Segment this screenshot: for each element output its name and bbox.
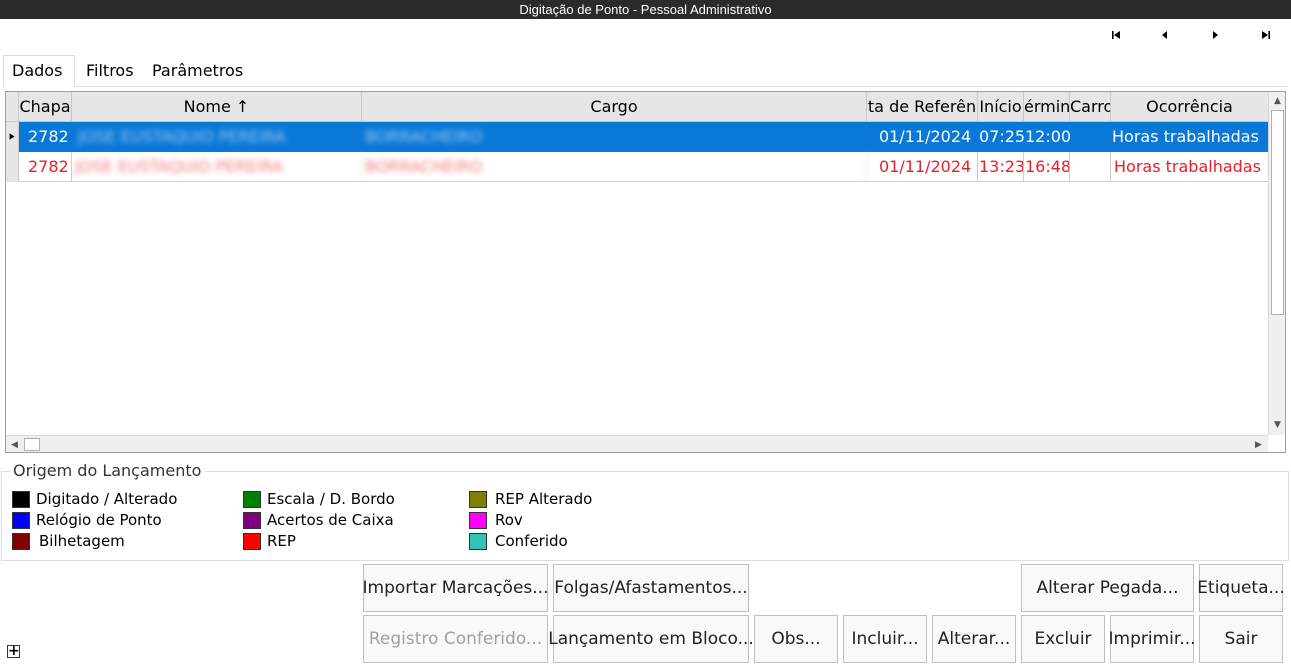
table-row[interactable]: 2782 JOSE EUSTAQUIO PEREIRA BORRACHEIRO …: [6, 122, 1268, 152]
swatch-icon: [12, 490, 30, 508]
legend-label: REP: [267, 532, 296, 550]
swatch-icon: [12, 511, 30, 529]
legend-label: Rov: [495, 511, 523, 529]
legend-item-escala: Escala / D. Bordo: [243, 489, 395, 509]
legend-title: Origem do Lançamento: [12, 461, 203, 480]
legend-border-right: [205, 471, 1289, 472]
cell-carro: [1070, 122, 1111, 152]
legend-item-relogio: Relógio de Ponto: [12, 510, 162, 530]
tab-dados[interactable]: Dados: [3, 55, 75, 87]
legend-label: Digitado / Alterado: [36, 490, 178, 508]
legend-label: Bilhetagem: [39, 532, 125, 550]
label-button[interactable]: Etiqueta...: [1197, 564, 1285, 612]
scroll-right-icon[interactable]: ▶: [1252, 438, 1265, 451]
swatch-icon: [469, 490, 487, 508]
legend-item-rep: REP: [243, 531, 296, 551]
expand-plus-icon[interactable]: +: [7, 644, 20, 658]
cell-termino: 16:48: [1024, 152, 1070, 182]
column-ocorrencia[interactable]: Ocorrência: [1111, 92, 1268, 122]
row-indicator: [6, 122, 19, 152]
column-chapa[interactable]: Chapa: [19, 92, 72, 122]
vertical-scrollbar[interactable]: ▲ ▼: [1268, 92, 1285, 435]
legend-label: Relógio de Ponto: [36, 511, 162, 529]
legend-label: Conferido: [495, 532, 568, 550]
legend-box: [1, 471, 1289, 561]
column-inicio[interactable]: Início: [978, 92, 1024, 122]
table-row[interactable]: 2782 JOSE EUSTAQUIO PEREIRA BORRACHEIRO …: [6, 152, 1268, 182]
scroll-left-icon[interactable]: ◀: [8, 438, 21, 451]
swatch-icon: [243, 490, 261, 508]
skip-first-icon: [1112, 31, 1120, 39]
previous-record-button[interactable]: [1153, 26, 1177, 44]
legend-label: REP Alterado: [495, 490, 593, 508]
header-indicator: [6, 92, 19, 122]
legend-item-bilhetagem: Bilhetagem: [12, 531, 125, 551]
legend-item-rep-alterado: REP Alterado: [469, 489, 592, 509]
bulk-entry-button[interactable]: Lançamento em Bloco...: [548, 615, 754, 663]
cell-inicio: 07:25: [979, 127, 1024, 146]
cell-ocorrencia: Horas trabalhadas: [1112, 127, 1259, 146]
window-title: Digitação de Ponto - Pessoal Administrat…: [0, 0, 1291, 19]
column-data-referencia[interactable]: ta de Referên: [867, 92, 978, 122]
checked-record-button[interactable]: Registro Conferido...: [363, 615, 548, 663]
legend-border-left: [1, 471, 10, 472]
leaves-absences-button[interactable]: Folgas/Afastamentos...: [553, 564, 749, 612]
column-termino[interactable]: érmin: [1024, 92, 1070, 122]
cell-inicio: 13:23: [978, 152, 1024, 182]
horizontal-scrollbar[interactable]: ◀ ▶: [6, 435, 1268, 452]
legend-item-conferido: Conferido: [469, 531, 568, 551]
cell-carro: [1070, 152, 1111, 182]
swatch-icon: [469, 511, 487, 529]
vertical-scroll-thumb[interactable]: [1271, 110, 1284, 315]
caret-right-icon: [1213, 31, 1218, 39]
horizontal-scroll-thumb[interactable]: [24, 438, 40, 451]
next-record-button[interactable]: [1203, 26, 1227, 44]
edit-button[interactable]: Alterar...: [932, 615, 1016, 663]
cell-data: 01/11/2024: [879, 127, 972, 146]
legend-item-digitado: Digitado / Alterado: [12, 489, 177, 509]
tab-filtros[interactable]: Filtros: [78, 56, 142, 86]
column-cargo[interactable]: Cargo: [362, 92, 867, 122]
records-grid[interactable]: Chapa Nome ↑ Cargo ta de Referên Início …: [5, 91, 1286, 453]
exit-button[interactable]: Sair: [1199, 615, 1283, 663]
change-pickup-button[interactable]: Alterar Pegada...: [1021, 564, 1194, 612]
scroll-up-icon[interactable]: ▲: [1271, 94, 1284, 107]
column-carro[interactable]: Carro: [1070, 92, 1111, 122]
cell-ocorrencia: Horas trabalhadas: [1114, 157, 1261, 176]
cell-cargo: BORRACHEIRO: [362, 152, 867, 182]
swatch-icon: [469, 532, 487, 550]
legend-label: Acertos de Caixa: [267, 511, 394, 529]
legend-item-rov: Rov: [469, 510, 523, 530]
scroll-down-icon[interactable]: ▼: [1271, 418, 1284, 431]
cell-cargo: BORRACHEIRO: [365, 127, 483, 146]
cell-chapa: 2782: [28, 127, 69, 146]
cell-chapa: 2782: [25, 152, 72, 182]
cell-nome: JOSE EUSTAQUIO PEREIRA: [78, 127, 286, 146]
cell-termino: 12:00: [1025, 127, 1070, 146]
tab-parametros[interactable]: Parâmetros: [144, 56, 251, 86]
row-indicator: [6, 152, 19, 182]
swatch-icon: [243, 532, 261, 550]
last-record-button[interactable]: [1254, 26, 1278, 44]
caret-left-icon: [1162, 31, 1167, 39]
first-record-button[interactable]: [1104, 26, 1128, 44]
print-button[interactable]: Imprimir...: [1109, 615, 1196, 663]
legend-item-acertos: Acertos de Caixa: [243, 510, 394, 530]
tabs-divider: [3, 86, 1288, 87]
grid-header: Chapa Nome ↑ Cargo ta de Referên Início …: [6, 92, 1268, 122]
cell-data: 01/11/2024: [867, 152, 978, 182]
current-row-icon: [9, 133, 15, 140]
legend-label: Escala / D. Bordo: [267, 490, 395, 508]
column-nome[interactable]: Nome ↑: [72, 92, 362, 122]
add-button[interactable]: Incluir...: [843, 615, 927, 663]
obs-button[interactable]: Obs...: [754, 615, 838, 663]
skip-last-icon: [1262, 31, 1270, 39]
swatch-icon: [243, 511, 261, 529]
delete-button[interactable]: Excluir: [1021, 615, 1105, 663]
swatch-icon: [12, 532, 30, 550]
import-marks-button[interactable]: Importar Marcações...: [363, 564, 549, 612]
cell-nome: JOSE EUSTAQUIO PEREIRA: [72, 152, 362, 182]
